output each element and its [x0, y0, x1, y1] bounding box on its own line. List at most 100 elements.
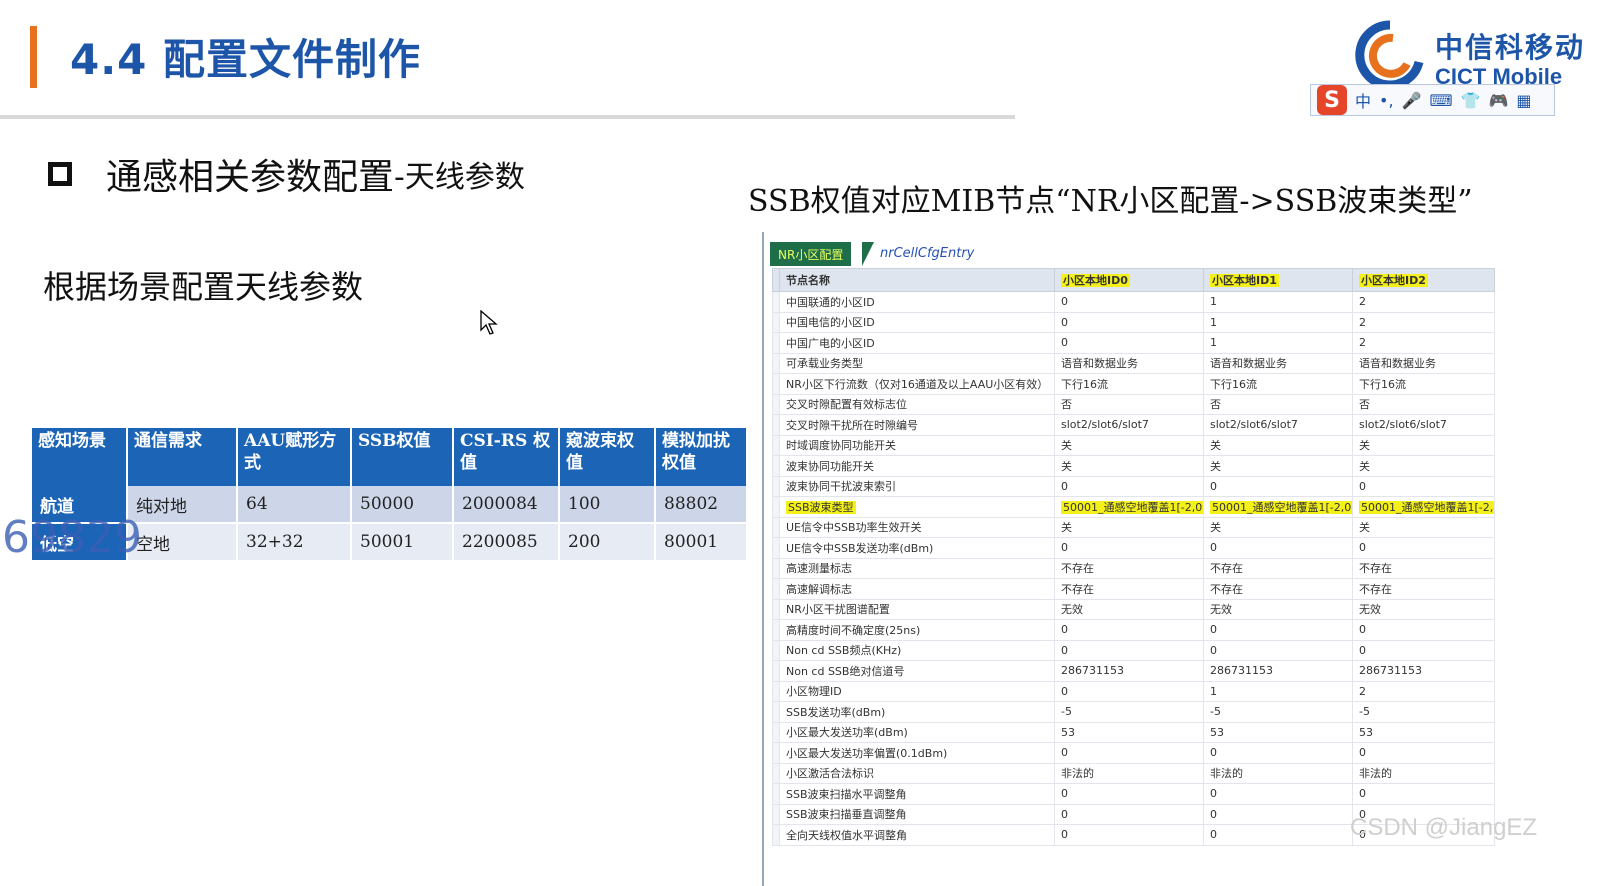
keyboard-icon[interactable]: ⌨	[1429, 91, 1452, 110]
config-row[interactable]: UE信令中SSB发送功率(dBm) 0 0 0	[772, 537, 1495, 559]
config-cell-value[interactable]: 关	[1054, 455, 1204, 477]
config-cell-value[interactable]: 2	[1352, 680, 1495, 702]
config-cell-value[interactable]: 0	[1054, 639, 1204, 661]
config-row[interactable]: 小区物理ID 0 1 2	[772, 680, 1495, 702]
config-cell-value[interactable]: 不存在	[1054, 578, 1204, 600]
config-cell-value[interactable]: -5	[1352, 701, 1495, 723]
config-cell-value[interactable]: 1	[1203, 291, 1353, 313]
config-cell-value[interactable]: 0	[1054, 332, 1204, 354]
config-cell-value[interactable]: 1	[1203, 332, 1353, 354]
config-row[interactable]: 小区激活合法标识 非法的 非法的 非法的	[772, 762, 1495, 784]
config-cell-value[interactable]: 下行16流	[1352, 373, 1495, 395]
config-cell-value[interactable]: 0	[1054, 537, 1204, 559]
config-cell-value[interactable]: 非法的	[1352, 762, 1495, 784]
config-row[interactable]: 交叉时隙配置有效标志位 否 否 否	[772, 393, 1495, 415]
grid-icon[interactable]: ▦	[1516, 91, 1531, 110]
config-cell-value[interactable]: 否	[1352, 393, 1495, 415]
config-cell-value[interactable]: 1	[1203, 680, 1353, 702]
config-row[interactable]: 波束协同干扰波束索引 0 0 0	[772, 475, 1495, 497]
mic-icon[interactable]: 🎤	[1402, 91, 1422, 110]
config-row[interactable]: SSB波束扫描水平调整角 0 0 0	[772, 783, 1495, 805]
ime-toolbar[interactable]: S 中 •, 🎤 ⌨ 👕 🎮 ▦	[1310, 84, 1555, 116]
config-cell-value[interactable]: 0	[1054, 619, 1204, 641]
config-cell-value[interactable]: 无效	[1203, 598, 1353, 620]
config-cell-value[interactable]: 53	[1203, 721, 1353, 743]
ime-chinese-mode[interactable]: 中	[1355, 88, 1371, 112]
config-cell-value[interactable]: slot2/slot6/slot7	[1352, 414, 1495, 436]
config-cell-value[interactable]: 53	[1054, 721, 1204, 743]
config-cell-value[interactable]: 语音和数据业务	[1054, 352, 1204, 374]
config-row[interactable]: 波束协同功能开关 关 关 关	[772, 455, 1495, 477]
config-row[interactable]: NR小区干扰图谱配置 无效 无效 无效	[772, 598, 1495, 620]
config-cell-value[interactable]: 不存在	[1352, 578, 1495, 600]
config-cell-value[interactable]: 下行16流	[1203, 373, 1353, 395]
config-cell-value[interactable]: 否	[1203, 393, 1353, 415]
config-cell-value[interactable]: 2	[1352, 311, 1495, 333]
config-cell-value[interactable]: 50001_通感空地覆盖1[-2,0]	[1352, 496, 1495, 518]
config-row[interactable]: UE信令中SSB功率生效开关 关 关 关	[772, 516, 1495, 538]
config-cell-value[interactable]: slot2/slot6/slot7	[1054, 414, 1204, 436]
config-cell-value[interactable]: 50001_通感空地覆盖1[-2,0]	[1203, 496, 1353, 518]
config-row[interactable]: 时域调度协同功能开关 关 关 关	[772, 434, 1495, 456]
config-row[interactable]: 可承载业务类型 语音和数据业务 语音和数据业务 语音和数据业务	[772, 352, 1495, 374]
config-cell-value[interactable]: -5	[1054, 701, 1204, 723]
config-cell-value[interactable]: 关	[1352, 455, 1495, 477]
config-cell-value[interactable]: 2	[1352, 332, 1495, 354]
config-row[interactable]: 小区最大发送功率(dBm) 53 53 53	[772, 721, 1495, 743]
config-cell-value[interactable]: 0	[1203, 783, 1353, 805]
config-cell-value[interactable]: 0	[1203, 742, 1353, 764]
config-cell-value[interactable]: 关	[1352, 434, 1495, 456]
config-cell-value[interactable]: 关	[1352, 516, 1495, 538]
config-cell-value[interactable]: 2	[1352, 291, 1495, 313]
config-row[interactable]: 高速测量标志 不存在 不存在 不存在	[772, 557, 1495, 579]
config-cell-value[interactable]: 非法的	[1203, 762, 1353, 784]
config-row[interactable]: SSB波束类型 50001_通感空地覆盖1[-2,0] 50001_通感空地覆盖1[…	[772, 496, 1495, 518]
config-cell-value[interactable]: 关	[1054, 434, 1204, 456]
config-cell-value[interactable]: 不存在	[1203, 557, 1353, 579]
config-cell-value[interactable]: 0	[1054, 311, 1204, 333]
config-row[interactable]: SSB发送功率(dBm) -5 -5 -5	[772, 701, 1495, 723]
config-cell-value[interactable]: 0	[1054, 803, 1204, 825]
config-cell-value[interactable]: 0	[1352, 475, 1495, 497]
config-cell-value[interactable]: 286731153	[1054, 660, 1204, 682]
config-cell-value[interactable]: 关	[1203, 516, 1353, 538]
config-cell-value[interactable]: 非法的	[1054, 762, 1204, 784]
config-cell-value[interactable]: 否	[1054, 393, 1204, 415]
config-cell-value[interactable]: 无效	[1352, 598, 1495, 620]
shirt-icon[interactable]: 👕	[1461, 91, 1481, 110]
config-cell-value[interactable]: 286731153	[1352, 660, 1495, 682]
config-row[interactable]: 交叉时隙干扰所在时隙编号 slot2/slot6/slot7 slot2/slot6…	[772, 414, 1495, 436]
config-cell-value[interactable]: slot2/slot6/slot7	[1203, 414, 1353, 436]
config-row[interactable]: 高精度时间不确定度(25ns) 0 0 0	[772, 619, 1495, 641]
config-cell-value[interactable]: 50001_通感空地覆盖1[-2,0]	[1054, 496, 1204, 518]
config-cell-value[interactable]: 0	[1352, 639, 1495, 661]
config-cell-value[interactable]: 53	[1352, 721, 1495, 743]
config-cell-value[interactable]: 不存在	[1054, 557, 1204, 579]
config-row[interactable]: Non cd SSB频点(KHz) 0 0 0	[772, 639, 1495, 661]
config-row[interactable]: 中国电信的小区ID 0 1 2	[772, 311, 1495, 333]
config-cell-value[interactable]: 0	[1054, 824, 1204, 846]
config-cell-value[interactable]: 关	[1054, 516, 1204, 538]
config-cell-value[interactable]: 0	[1203, 619, 1353, 641]
config-cell-value[interactable]: 0	[1054, 475, 1204, 497]
config-cell-value[interactable]: 0	[1203, 639, 1353, 661]
config-cell-value[interactable]: 0	[1352, 783, 1495, 805]
config-cell-value[interactable]: 0	[1203, 824, 1353, 846]
config-cell-value[interactable]: -5	[1203, 701, 1353, 723]
config-cell-value[interactable]: 286731153	[1203, 660, 1353, 682]
config-cell-value[interactable]: 不存在	[1352, 557, 1495, 579]
config-cell-value[interactable]: 关	[1203, 434, 1353, 456]
config-cell-value[interactable]: 0	[1203, 803, 1353, 825]
tab-nr-cell-config[interactable]: NR小区配置	[770, 242, 852, 266]
config-row[interactable]: 中国联通的小区ID 0 1 2	[772, 291, 1495, 313]
config-cell-value[interactable]: 0	[1352, 742, 1495, 764]
config-row[interactable]: 中国广电的小区ID 0 1 2	[772, 332, 1495, 354]
config-cell-value[interactable]: 关	[1203, 455, 1353, 477]
gamepad-icon[interactable]: 🎮	[1488, 91, 1508, 110]
config-cell-value[interactable]: 0	[1352, 619, 1495, 641]
config-row[interactable]: 小区最大发送功率偏置(0.1dBm) 0 0 0	[772, 742, 1495, 764]
config-cell-value[interactable]: 0	[1054, 291, 1204, 313]
config-cell-value[interactable]: 语音和数据业务	[1352, 352, 1495, 374]
config-cell-value[interactable]: 不存在	[1203, 578, 1353, 600]
config-cell-value[interactable]: 0	[1054, 680, 1204, 702]
